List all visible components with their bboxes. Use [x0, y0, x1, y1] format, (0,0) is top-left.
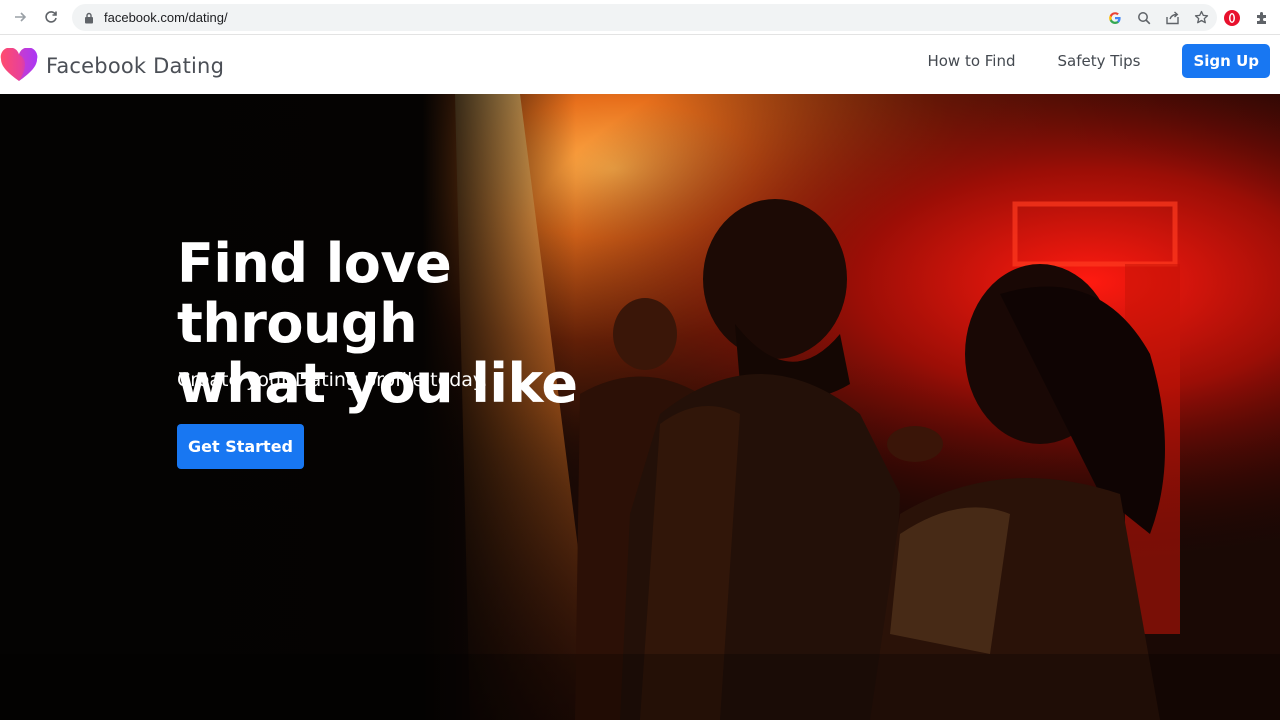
extensions-icon[interactable]	[1252, 8, 1272, 28]
lock-icon[interactable]	[84, 12, 96, 24]
browser-toolbar: facebook.com/dating/	[0, 0, 1280, 35]
hero-subtitle: Create your Dating profile today.	[177, 369, 488, 391]
share-icon[interactable]	[1163, 8, 1182, 27]
forward-icon[interactable]	[9, 5, 33, 29]
site-nav: How to Find Safety Tips Sign Up	[927, 44, 1270, 78]
nav-safety-tips[interactable]: Safety Tips	[1058, 52, 1141, 70]
star-icon[interactable]	[1192, 8, 1211, 27]
site-header: Facebook Dating How to Find Safety Tips …	[0, 35, 1280, 94]
get-started-button[interactable]: Get Started	[177, 424, 304, 469]
hero-title-line-1: Find love through	[177, 232, 452, 355]
opera-icon[interactable]	[1222, 8, 1242, 28]
brand-name[interactable]: Facebook Dating	[46, 54, 224, 78]
address-bar[interactable]: facebook.com/dating/	[72, 4, 1217, 31]
hero-section: Find love through what you like Create y…	[0, 94, 1280, 720]
zoom-icon[interactable]	[1134, 8, 1153, 27]
url-text[interactable]: facebook.com/dating/	[104, 10, 228, 25]
sign-up-button[interactable]: Sign Up	[1182, 44, 1270, 78]
heart-logo-icon[interactable]	[0, 48, 38, 84]
google-icon[interactable]	[1105, 8, 1124, 27]
brand[interactable]: Facebook Dating	[0, 48, 224, 84]
reload-icon[interactable]	[39, 5, 63, 29]
nav-how-to-find[interactable]: How to Find	[927, 52, 1015, 70]
